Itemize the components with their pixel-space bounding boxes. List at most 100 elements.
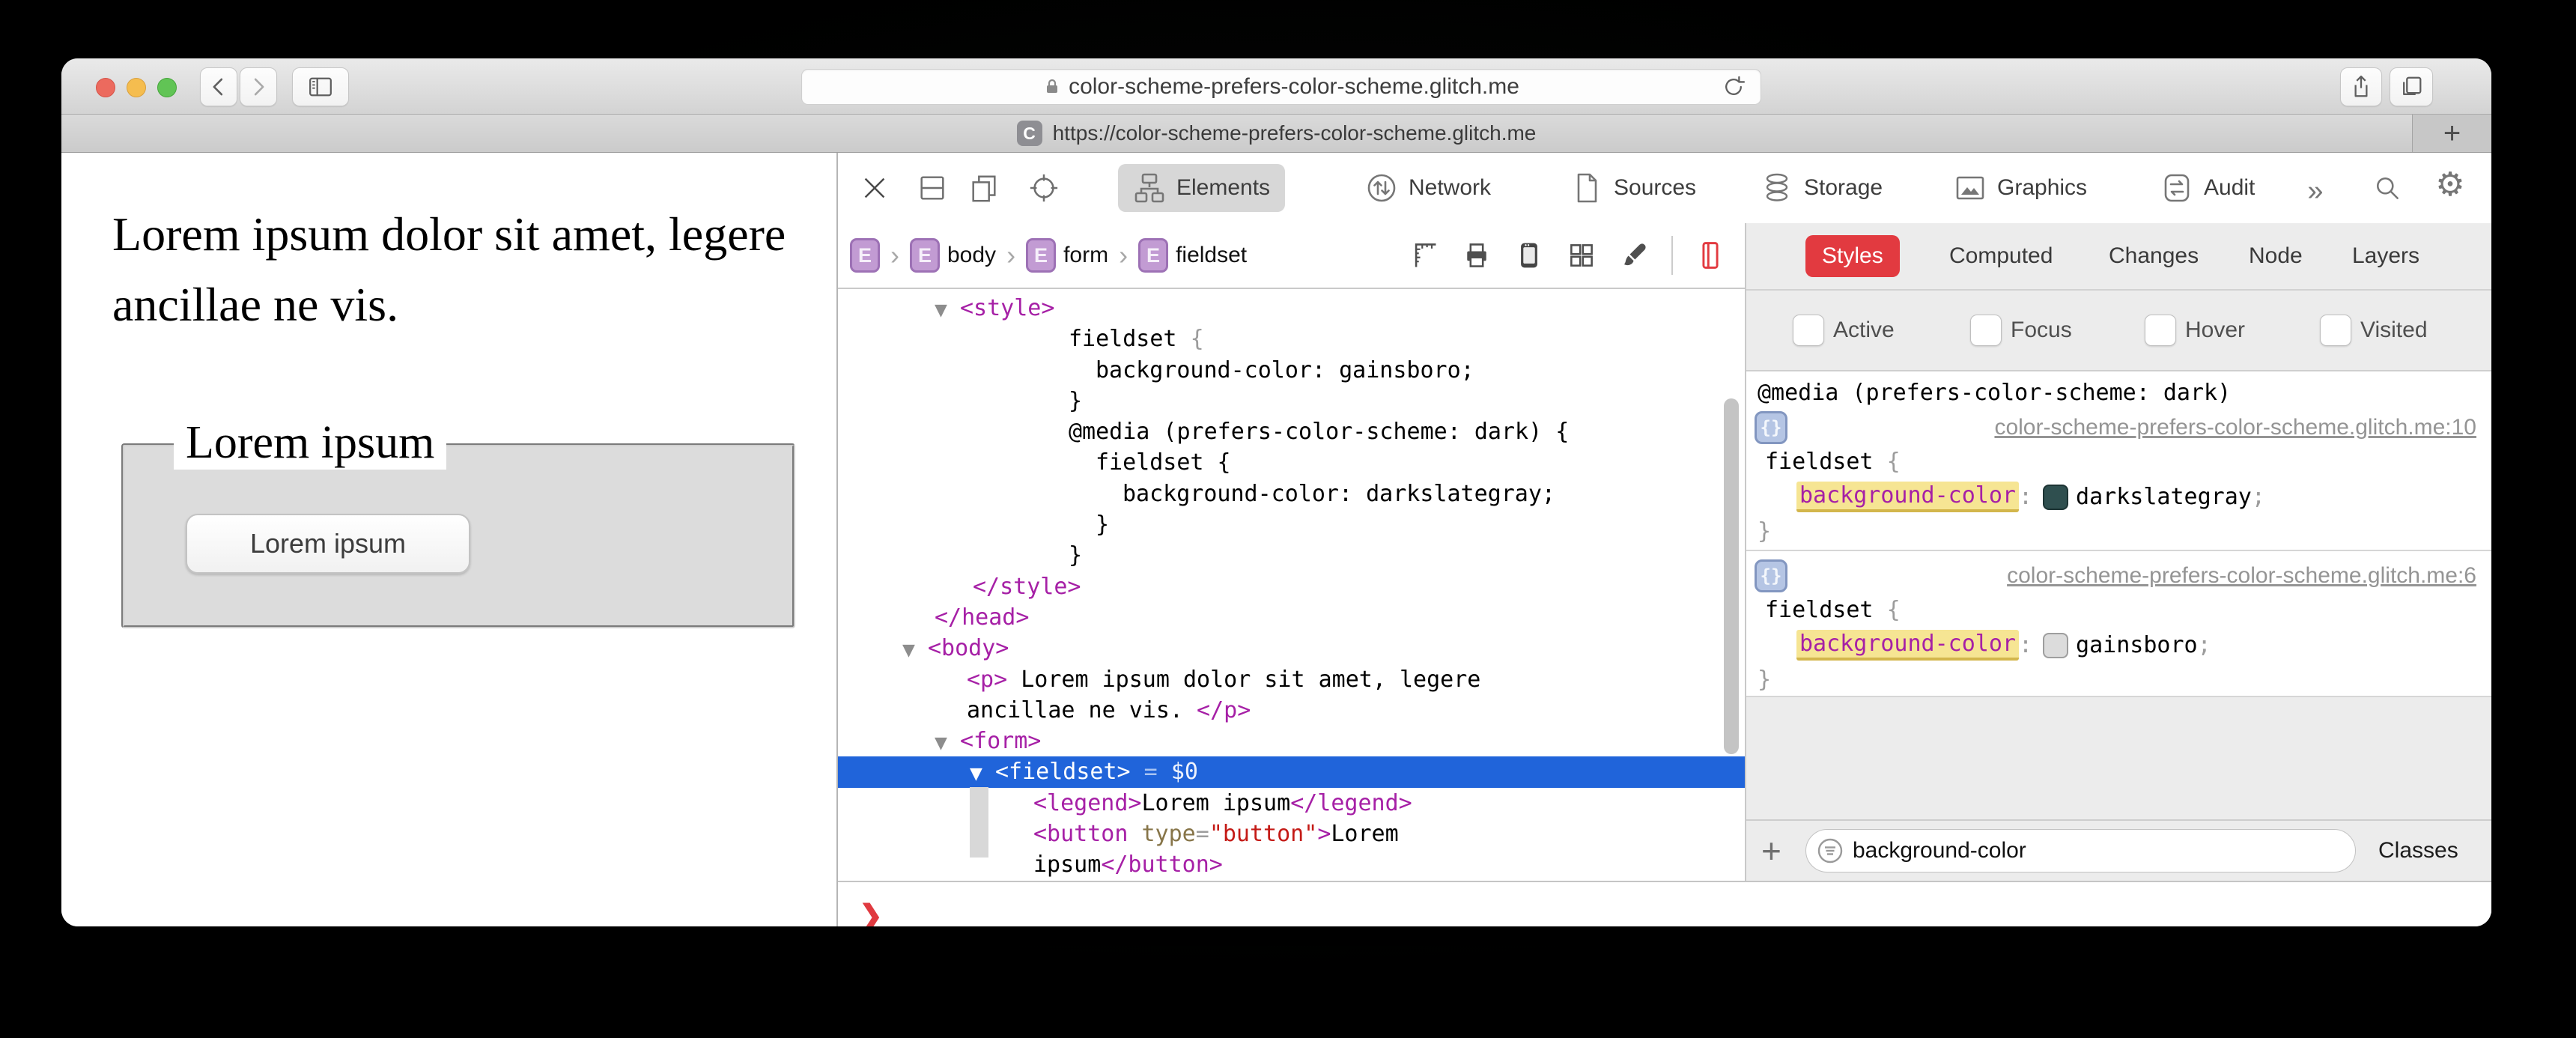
device-mode-button[interactable] [1514,240,1544,270]
dom-node[interactable]: background-color: darkslategray; [838,479,1745,509]
color-swatch[interactable] [2043,632,2069,658]
close-inspector-button[interactable] [857,171,892,205]
breadcrumb-item-body[interactable]: Ebody [910,238,996,273]
devtools-tab-network[interactable]: Network [1350,164,1506,212]
rules-filler [1746,696,2491,819]
element-overlay-button[interactable] [1695,240,1725,270]
breadcrumb-separator-icon: › [1006,240,1016,270]
dom-node[interactable]: background-color: gainsboro; [838,355,1745,386]
dom-node[interactable]: fieldset { [838,324,1745,354]
back-button[interactable] [200,67,237,106]
colon: : [2018,484,2033,510]
sidebar-tab-styles[interactable]: Styles [1805,235,1900,277]
active-tab[interactable]: C https://color-scheme-prefers-color-sch… [1016,121,1536,146]
dom-node[interactable]: </style> [838,571,1745,602]
minimize-window-button[interactable] [127,78,146,97]
reload-button[interactable] [1720,73,1747,100]
dom-node-selected[interactable]: ▼ <fieldset> = $0 [838,756,1745,788]
share-button[interactable] [2340,67,2382,106]
dom-node[interactable]: } [838,540,1745,571]
devtools-tab-label: Elements [1176,175,1271,200]
checkbox[interactable] [2145,315,2176,346]
sidebar-tab-node[interactable]: Node [2232,235,2319,277]
stylesheet-source-link[interactable]: color-scheme-prefers-color-scheme.glitch… [2007,559,2476,593]
print-styles-button[interactable] [1462,240,1492,270]
devtools-tab-label: Graphics [1997,175,2088,200]
settings-button[interactable]: ⚙ [2433,168,2467,202]
checkbox[interactable] [1793,315,1824,346]
dom-node[interactable]: } [838,509,1745,540]
stylesheet-source-link[interactable]: color-scheme-prefers-color-scheme.glitch… [1994,410,2476,445]
forward-button[interactable] [240,67,277,106]
pseudo-toggle-visited[interactable]: Visited [2320,291,2428,370]
pseudo-toggle-focus[interactable]: Focus [1970,291,2072,370]
sidebar-tab-changes[interactable]: Changes [2092,235,2215,277]
checkbox[interactable] [1970,315,2002,346]
dom-node[interactable]: </head> [838,602,1745,633]
open-brace: { [1886,449,1901,475]
sidebar-toggle-button[interactable] [292,67,349,106]
devtools-tab-audit[interactable]: Audit [2145,164,2270,212]
more-tabs-button[interactable]: » [2298,174,2333,208]
devtools-tab-storage[interactable]: Storage [1746,164,1898,212]
devtools-tab-label: Sources [1614,175,1697,200]
new-rule-button[interactable]: + [1761,833,1781,869]
dom-tree-scrollbar[interactable] [1724,398,1739,754]
dom-node[interactable]: @media (prefers-color-scheme: dark) { [838,416,1745,447]
zoom-window-button[interactable] [157,78,177,97]
devtools-tab-graphics[interactable]: Graphics [1939,164,2102,212]
grid-overlay-button[interactable] [1567,240,1597,270]
rule-selector[interactable]: fieldset { [1746,593,2491,628]
element-badge-icon: E [850,238,880,273]
url-field[interactable]: color-scheme-prefers-color-scheme.glitch… [801,69,1761,105]
breadcrumb-item[interactable]: E [850,238,880,273]
dom-node[interactable]: fieldset { [838,447,1745,478]
new-tab-button[interactable]: + [2412,115,2491,152]
paint-flashing-button[interactable] [1619,240,1649,270]
page-button[interactable]: Lorem ipsum [186,514,470,574]
code-token: </style> [973,573,1081,600]
close-window-button[interactable] [96,78,115,97]
code-token: <legend> [1033,789,1142,816]
ruler-toggle-button[interactable] [1409,240,1439,270]
dock-layout-button[interactable] [915,171,950,205]
devtools-tab-sources[interactable]: Sources [1555,164,1711,212]
dom-node[interactable]: } [838,386,1745,416]
rule-property-line[interactable]: background-color: darkslategray; [1746,479,2491,515]
code-token: </p> [1197,696,1251,723]
color-swatch[interactable] [2043,484,2069,510]
pseudo-toggle-active[interactable]: Active [1793,291,1895,370]
breadcrumb: E › Ebody › Eform › Efieldset [850,238,1247,273]
highlighted-property: background-color [1796,482,2019,512]
sidebar-tab-layers[interactable]: Layers [2336,235,2436,277]
search-icon [2377,177,2399,199]
element-picker-button[interactable] [1027,171,1061,205]
rule-property-line[interactable]: background-color: gainsboro; [1746,628,2491,663]
rule-selector[interactable]: fieldset { [1746,445,2491,479]
search-button[interactable] [2370,171,2405,205]
breadcrumb-item-form[interactable]: Eform [1026,238,1108,273]
breadcrumb-item-fieldset[interactable]: Efieldset [1138,238,1247,273]
sidebar-tab-computed[interactable]: Computed [1933,235,2069,277]
style-rules: @media (prefers-color-scheme: dark) {} col… [1746,371,2491,819]
pseudo-toggle-hover[interactable]: Hover [2145,291,2245,370]
dom-node[interactable]: ▼ <style> [838,293,1745,324]
dom-tree[interactable]: ▼ <style> fieldset {background-color: gain… [838,289,1745,881]
detach-window-button[interactable] [967,171,1001,205]
filter-input[interactable]: background-color [1805,828,2356,872]
code-token: </legend> [1290,789,1412,816]
dom-node[interactable]: ancillae ne vis. </p> [838,695,1745,726]
checkbox-label: Focus [2011,318,2072,342]
dom-node[interactable]: ▼ <body> [838,633,1745,664]
site-favicon: C [1016,121,1042,146]
dom-node[interactable]: ▼ <form> [838,726,1745,756]
devtools-tab-elements[interactable]: Elements [1118,164,1286,212]
tab-overview-button[interactable] [2390,67,2433,106]
crosshair-icon [1030,174,1058,202]
url-text: color-scheme-prefers-color-scheme.glitch… [1069,74,1519,99]
console-prompt-row[interactable]: ❯ [838,880,2491,926]
checkbox[interactable] [2320,315,2351,346]
classes-button[interactable]: Classes [2378,821,2458,881]
network-icon [1365,172,1398,204]
dom-node[interactable]: <p> Lorem ipsum dolor sit amet, legere [838,664,1745,695]
